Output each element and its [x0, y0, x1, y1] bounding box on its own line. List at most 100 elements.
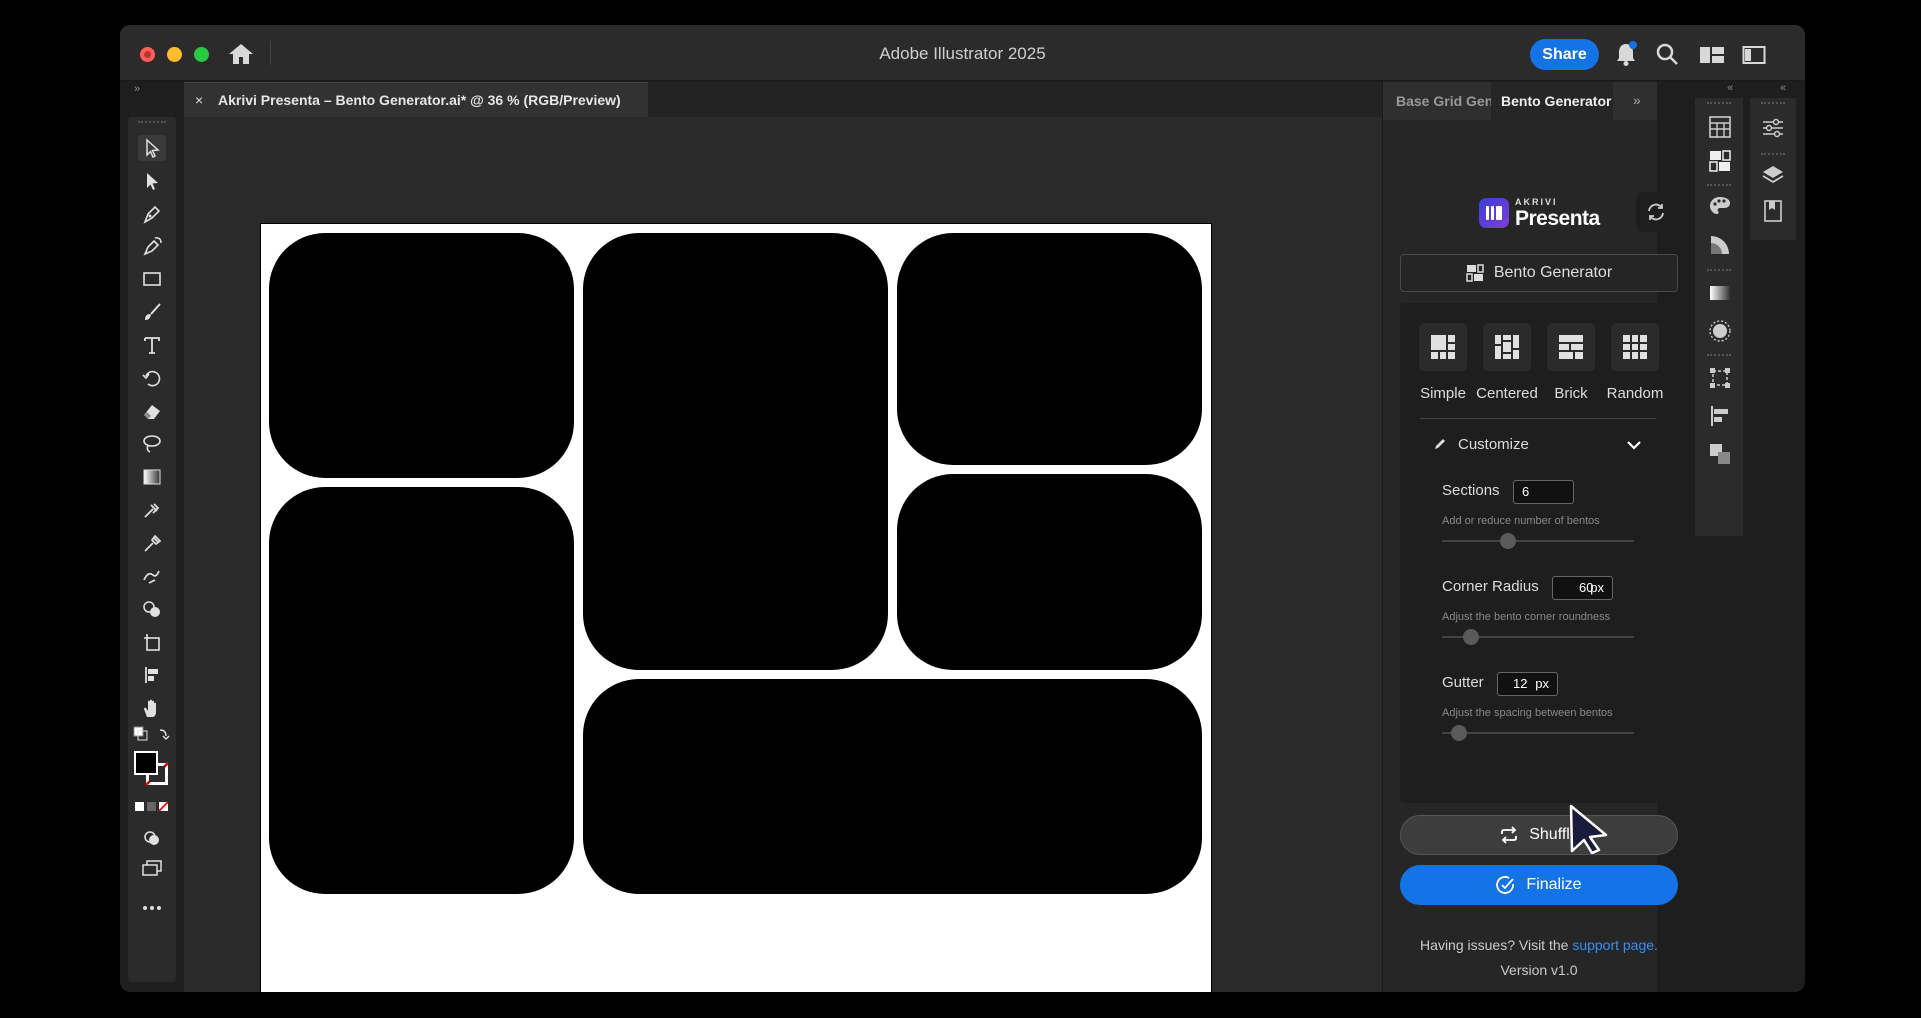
refresh-button[interactable]	[1636, 192, 1676, 232]
finalize-button[interactable]: Finalize	[1400, 865, 1678, 905]
pathfinder-panel-icon[interactable]	[1707, 441, 1733, 467]
base-grid-panel-icon[interactable]	[1707, 114, 1733, 140]
canvas-area[interactable]	[184, 117, 1514, 992]
dock-grip[interactable]	[1707, 354, 1731, 356]
collapse-dock-1-icon[interactable]: «	[1727, 82, 1733, 94]
gutter-slider-knob[interactable]	[1450, 725, 1467, 741]
corner-radius-slider-knob[interactable]	[1463, 629, 1480, 645]
toolbar-grip[interactable]	[138, 121, 166, 125]
layout-simple[interactable]: Simple	[1418, 323, 1468, 402]
workspace-switcher-icon[interactable]	[1742, 45, 1766, 65]
fill-stroke-swatch-icon[interactable]	[132, 749, 172, 789]
screen-mode-icon[interactable]	[138, 855, 166, 881]
sections-value: 6	[1522, 484, 1530, 499]
collapse-toolbar-icon[interactable]: »	[134, 83, 140, 95]
lasso-tool-icon[interactable]	[138, 431, 166, 457]
dock-grip[interactable]	[1707, 102, 1731, 104]
type-tool-icon[interactable]	[138, 332, 166, 358]
corner-radius-slider[interactable]	[1442, 629, 1634, 645]
bento-cell-4[interactable]	[269, 487, 574, 894]
appearance-panel-icon[interactable]	[1707, 318, 1733, 344]
customize-toggle[interactable]: Customize	[1458, 436, 1529, 453]
layout-random[interactable]: Random	[1607, 323, 1663, 402]
more-tools-icon[interactable]	[138, 895, 166, 921]
document-tab-title: Akrivi Presenta – Bento Generator.ai* @ …	[218, 92, 621, 108]
share-button[interactable]: Share	[1530, 39, 1599, 70]
layers-panel-icon[interactable]	[1760, 162, 1786, 188]
swap-fill-stroke-icon[interactable]	[132, 724, 172, 744]
close-document-icon[interactable]: ×	[195, 92, 203, 108]
support-page-link[interactable]: support page.	[1572, 937, 1658, 953]
bento-generator-title-button[interactable]: Bento Generator	[1400, 254, 1678, 292]
arrange-documents-icon[interactable]	[1699, 45, 1725, 65]
selection-tool-icon[interactable]	[138, 135, 166, 161]
layout-brick[interactable]: Brick	[1546, 323, 1596, 402]
eyedropper-tool-icon[interactable]	[138, 530, 166, 556]
shuffle-button[interactable]: Shuffle	[1400, 815, 1678, 855]
issues-text: Having issues? Visit the	[1420, 937, 1569, 953]
gradient-tool-icon[interactable]	[138, 464, 166, 490]
shape-builder-tool-icon[interactable]	[138, 596, 166, 622]
check-circle-icon	[1496, 876, 1515, 894]
pen-tool-icon[interactable]	[138, 201, 166, 227]
symbol-sprayer-tool-icon[interactable]	[138, 563, 166, 589]
bento-cell-6[interactable]	[583, 679, 1202, 894]
gradient-panel-icon[interactable]	[1707, 280, 1733, 306]
rectangle-tool-icon[interactable]	[138, 266, 166, 292]
properties-panel-icon[interactable]	[1760, 115, 1786, 141]
sections-slider-knob[interactable]	[1500, 533, 1517, 549]
paintbrush-tool-icon[interactable]	[138, 299, 166, 325]
chevron-down-icon[interactable]	[1626, 440, 1642, 450]
bento-cell-2[interactable]	[583, 233, 888, 670]
hand-tool-icon[interactable]	[138, 695, 166, 721]
dock-grip[interactable]	[1707, 269, 1731, 271]
rotate-tool-icon[interactable]	[138, 365, 166, 391]
dock-grip[interactable]	[1761, 153, 1785, 155]
color-guide-icon[interactable]	[1707, 232, 1733, 258]
eraser-tool-icon[interactable]	[138, 398, 166, 424]
logo-brand-big: Presenta	[1515, 207, 1600, 230]
bento-cell-3[interactable]	[897, 233, 1202, 465]
logo-brand-small: AKRIVI	[1515, 197, 1558, 207]
layout-centered-icon	[1483, 323, 1531, 371]
notifications-bell-icon[interactable]	[1614, 41, 1638, 67]
libraries-panel-icon[interactable]	[1760, 198, 1786, 224]
artboard-tool-icon[interactable]	[138, 629, 166, 655]
tab-bento-generator[interactable]: Bento Generator	[1491, 82, 1613, 120]
collapse-dock-2-icon[interactable]: «	[1780, 82, 1786, 94]
transform-panel-icon[interactable]	[1707, 365, 1733, 391]
refresh-icon	[1648, 203, 1664, 221]
dock-grip[interactable]	[1761, 102, 1785, 104]
artboard[interactable]	[260, 223, 1212, 992]
align-tool-icon[interactable]	[138, 662, 166, 688]
pencil-icon	[1435, 439, 1445, 449]
dock-grip[interactable]	[1707, 184, 1731, 186]
bento-panel-icon[interactable]	[1707, 148, 1733, 174]
gutter-slider[interactable]	[1442, 725, 1634, 741]
tab-base-grid-generator[interactable]: Base Grid Generator	[1396, 93, 1506, 109]
layout-simple-icon	[1419, 323, 1467, 371]
document-tab-bar: × Akrivi Presenta – Bento Generator.ai* …	[184, 82, 1514, 117]
sections-help: Add or reduce number of bentos	[1442, 515, 1600, 527]
sections-input[interactable]: 6	[1513, 480, 1574, 504]
bento-cell-1[interactable]	[269, 233, 574, 478]
layout-centered[interactable]: Centered	[1476, 323, 1538, 402]
curvature-tool-icon[interactable]	[138, 233, 166, 259]
version-label: Version v1.0	[1500, 962, 1578, 978]
direct-selection-tool-icon[interactable]	[138, 168, 166, 194]
search-icon[interactable]	[1655, 42, 1679, 66]
panel-more-icon[interactable]: »	[1633, 92, 1641, 108]
document-tab[interactable]: × Akrivi Presenta – Bento Generator.ai* …	[184, 82, 648, 117]
gutter-input[interactable]: 12 px	[1497, 672, 1558, 696]
color-mode-icons[interactable]	[132, 799, 172, 815]
sections-slider[interactable]	[1442, 533, 1634, 549]
bento-cell-5[interactable]	[897, 474, 1202, 670]
color-palette-icon[interactable]	[1707, 193, 1733, 219]
layout-brick-label: Brick	[1554, 385, 1588, 402]
corner-radius-input[interactable]: 60 px	[1552, 576, 1613, 600]
align-panel-icon[interactable]	[1707, 403, 1733, 429]
corner-radius-label: Corner Radius	[1442, 578, 1539, 595]
mesh-tool-icon[interactable]	[138, 497, 166, 523]
drawing-modes-icon[interactable]	[138, 825, 166, 851]
presenta-logo: AKRIVI Presenta	[1479, 193, 1609, 233]
